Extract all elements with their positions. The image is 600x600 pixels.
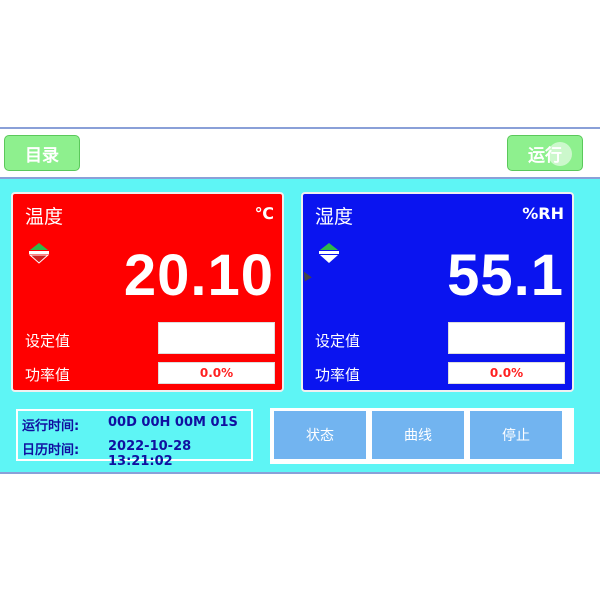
humidity-unit: %RH bbox=[522, 204, 564, 223]
humidity-setpoint-label: 设定值 bbox=[315, 332, 361, 350]
humidity-panel: 湿度 %RH 55.1 设定值 功率值 0.0% bbox=[301, 192, 574, 392]
humidity-value: 55.1 bbox=[447, 243, 564, 308]
status-button[interactable]: 状态 bbox=[274, 411, 366, 459]
temperature-panel: 温度 ℃ 20.10 设定值 功率值 0.0% bbox=[11, 192, 284, 392]
stop-button[interactable]: 停止 bbox=[470, 411, 562, 459]
temperature-power-label: 功率值 bbox=[25, 366, 71, 384]
heating-status-icon bbox=[28, 243, 50, 264]
temperature-setpoint-label: 设定值 bbox=[25, 332, 71, 350]
stop-button-label: 停止 bbox=[502, 428, 530, 444]
temperature-unit: ℃ bbox=[254, 204, 274, 223]
humidity-setpoint-field[interactable] bbox=[448, 322, 565, 354]
top-bar: 目录 运行 bbox=[0, 129, 600, 179]
temperature-title: 温度 bbox=[25, 206, 64, 228]
temperature-power-field: 0.0% bbox=[158, 362, 275, 384]
runtime-label: 运行时间: bbox=[22, 419, 80, 434]
run-button[interactable]: 运行 bbox=[507, 135, 583, 171]
humidity-power-field: 0.0% bbox=[448, 362, 565, 384]
humidity-power-label: 功率值 bbox=[315, 366, 361, 384]
curve-button-label: 曲线 bbox=[404, 428, 432, 444]
curve-button[interactable]: 曲线 bbox=[372, 411, 464, 459]
humidifying-status-icon bbox=[319, 243, 339, 263]
humidity-title: 湿度 bbox=[315, 206, 354, 228]
time-info-box: 运行时间: 00D 00H 00M 01S 日历时间: 2022-10-28 1… bbox=[16, 409, 253, 469]
menu-button-label: 目录 bbox=[25, 145, 59, 166]
temperature-setpoint-field[interactable] bbox=[158, 322, 275, 354]
temperature-value: 20.10 bbox=[123, 243, 274, 308]
touch-indicator-icon bbox=[548, 142, 572, 166]
hmi-screen: 目录 运行 温度 ℃ 20.10 设定值 功率值 0.0% 湿度 %RH 55.… bbox=[0, 127, 600, 474]
menu-button[interactable]: 目录 bbox=[4, 135, 80, 171]
runtime-value: 00D 00H 00M 01S bbox=[108, 415, 238, 430]
calendar-time-label: 日历时间: bbox=[22, 443, 80, 458]
calendar-time-value: 2022-10-28 13:21:02 bbox=[108, 439, 192, 469]
status-button-label: 状态 bbox=[306, 428, 334, 444]
action-button-bar: 状态 曲线 停止 bbox=[270, 408, 574, 464]
